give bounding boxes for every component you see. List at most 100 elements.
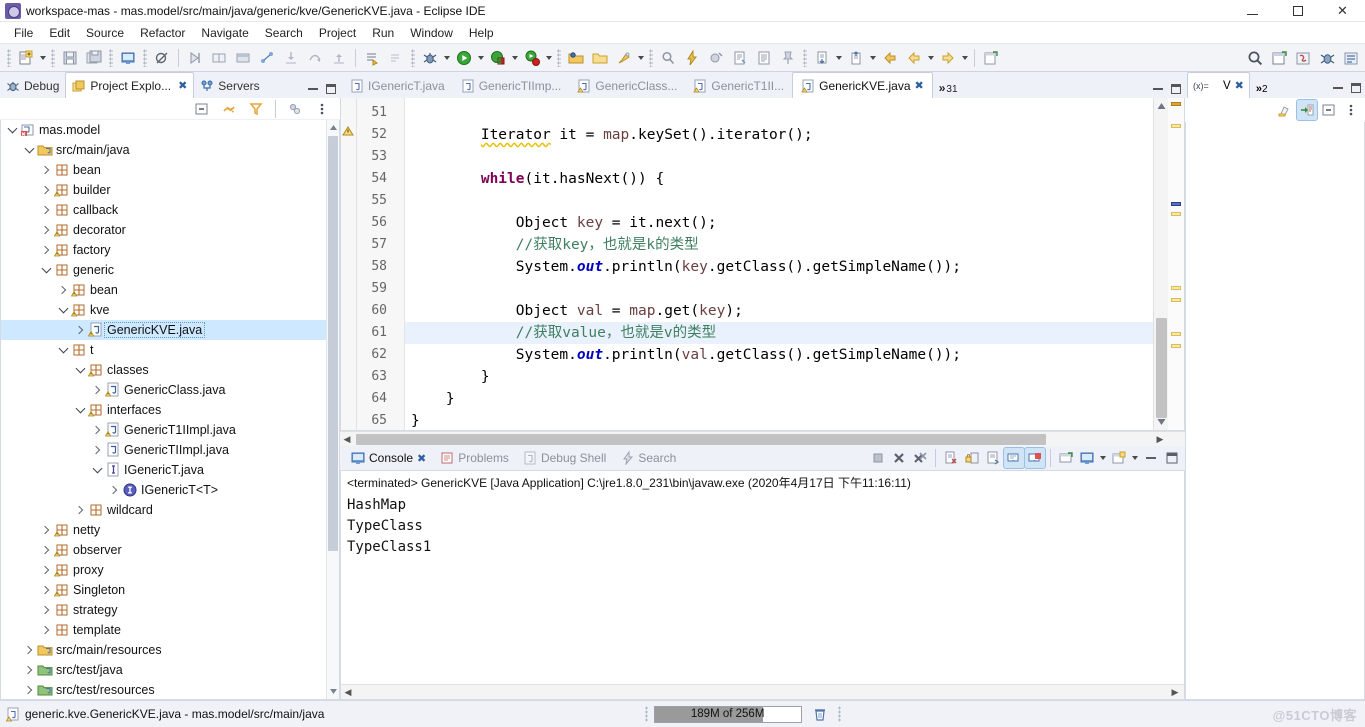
forward-alt-dropdown-arrow[interactable] [960,47,970,69]
view-menu-icon[interactable] [1341,100,1361,120]
tree-item-kve[interactable]: kve [1,300,339,320]
external-tools-dropdown-arrow[interactable] [544,47,554,69]
open-task-icon[interactable] [753,47,775,69]
maximize-icon[interactable] [326,84,336,94]
heap-status-bar[interactable]: 189M of 256M [653,705,802,723]
menu-search[interactable]: Search [257,24,311,42]
scroll-right-icon[interactable]: ▶ [1153,434,1167,445]
scroll-left-icon[interactable]: ◀ [341,687,355,698]
code-line[interactable]: } [405,366,1153,388]
close-icon[interactable]: ✖ [1235,79,1244,92]
step-over-icon[interactable] [304,47,326,69]
maximize-button[interactable] [1275,0,1320,22]
run-to-line-icon[interactable] [184,47,206,69]
menu-window[interactable]: Window [402,24,461,42]
chevron-right-icon[interactable] [39,542,53,558]
code-line[interactable]: } [405,388,1153,410]
tree-item-observer[interactable]: observer [1,540,339,560]
editor-overview-ruler[interactable] [1168,98,1184,430]
code-line[interactable] [405,278,1153,300]
chevron-down-icon[interactable] [22,142,36,158]
forward-dropdown-arrow[interactable] [926,47,936,69]
clear-console-icon[interactable] [941,448,961,468]
code-line[interactable]: System.out.println(key.getClass().getSim… [405,256,1153,278]
previous-edit-dropdown-arrow[interactable] [834,47,844,69]
tab-search[interactable]: Search [613,451,683,465]
pin-console-icon[interactable] [1056,448,1076,468]
run-icon[interactable] [453,47,475,69]
link-icon[interactable] [256,47,278,69]
tree-item-wildcard[interactable]: wildcard [1,500,339,520]
show-console-on-output-icon[interactable] [1003,447,1025,469]
trash-icon[interactable] [809,703,831,725]
chevron-right-icon[interactable] [56,282,70,298]
tree-item-proxy[interactable]: proxy [1,560,339,580]
minimize-button[interactable] [1230,0,1275,22]
word-wrap-icon[interactable] [983,448,1003,468]
console-output-area[interactable]: <terminated> GenericKVE [Java Applicatio… [340,470,1185,700]
save-all-icon[interactable] [83,47,105,69]
editor-vertical-scrollbar[interactable] [1153,98,1168,430]
code-line[interactable]: while(it.hasNext()) { [405,168,1153,190]
debug-perspective-button-icon[interactable] [1316,47,1338,69]
step-into-icon[interactable] [280,47,302,69]
link-with-editor-icon[interactable] [1296,99,1318,121]
chevron-down-icon[interactable] [5,122,19,138]
menu-help[interactable]: Help [461,24,502,42]
maven-build-icon[interactable] [613,47,635,69]
maven-dropdown-arrow[interactable] [636,47,646,69]
ee-perspective-icon[interactable] [1340,47,1362,69]
new-file-dropdown-arrow[interactable] [38,47,48,69]
back-icon[interactable] [879,47,901,69]
tree-item-mas-model[interactable]: mas.model [1,120,339,140]
tree-scrollbar[interactable] [326,120,339,699]
chevron-down-icon[interactable] [73,362,87,378]
tree-item-interfaces[interactable]: interfaces [1,400,339,420]
menu-source[interactable]: Source [78,24,132,42]
chevron-right-icon[interactable] [90,382,104,398]
chevron-right-icon[interactable] [107,482,121,498]
menu-file[interactable]: File [6,24,41,42]
run-dropdown-arrow[interactable] [476,47,486,69]
minimize-icon[interactable] [1141,448,1161,468]
chevron-right-icon[interactable] [39,242,53,258]
run-coverage-icon[interactable] [487,47,509,69]
minimize-icon[interactable] [308,88,318,90]
editor-tab-generictiimpl[interactable]: GenericTIImp... [453,74,570,98]
previous-edit-icon[interactable] [811,47,833,69]
save-icon[interactable] [59,47,81,69]
tree-item-strategy[interactable]: strategy [1,600,339,620]
chevron-right-icon[interactable] [39,622,53,638]
display-selected-console-icon[interactable] [1077,448,1097,468]
code-line[interactable] [405,102,1153,124]
editor-hscroll-thumb[interactable] [356,433,1046,445]
chevron-right-icon[interactable] [73,502,87,518]
more-editors-button[interactable]: » 31 [933,81,964,98]
overview-marker-warn[interactable] [1171,332,1181,336]
overview-marker-warn[interactable] [1171,286,1181,290]
editor-tab-genericclass[interactable]: GenericClass... [569,74,685,98]
menu-project[interactable]: Project [311,24,364,42]
window-layout-icon[interactable] [232,47,254,69]
tree-item-src-test-java[interactable]: src/test/java [1,660,339,680]
chevron-right-icon[interactable] [39,522,53,538]
more-right-views-button[interactable]: » 2 [1250,83,1272,98]
chevron-right-icon[interactable] [39,222,53,238]
maximize-icon[interactable] [1162,448,1182,468]
console-view-icon[interactable] [117,47,139,69]
tree-item-src-main-java[interactable]: src/main/java [1,140,339,160]
editor-tab-generict1ii[interactable]: GenericT1II... [685,74,792,98]
console-horizontal-scrollbar[interactable]: ◀ ▶ [341,684,1184,699]
chevron-right-icon[interactable] [39,582,53,598]
toolbar-drag-handle[interactable] [7,48,11,67]
chevron-down-icon[interactable] [39,262,53,278]
tree-item-igenerict-java[interactable]: IGenericT.java [1,460,339,480]
forward-alt-icon[interactable] [937,47,959,69]
tree-item-builder[interactable]: builder [1,180,339,200]
overview-marker-warn[interactable] [1171,124,1181,128]
tree-item-netty[interactable]: netty [1,520,339,540]
chevron-right-icon[interactable] [39,182,53,198]
pin-icon[interactable] [777,47,799,69]
chevron-right-icon[interactable] [39,602,53,618]
debug-dropdown-arrow[interactable] [442,47,452,69]
